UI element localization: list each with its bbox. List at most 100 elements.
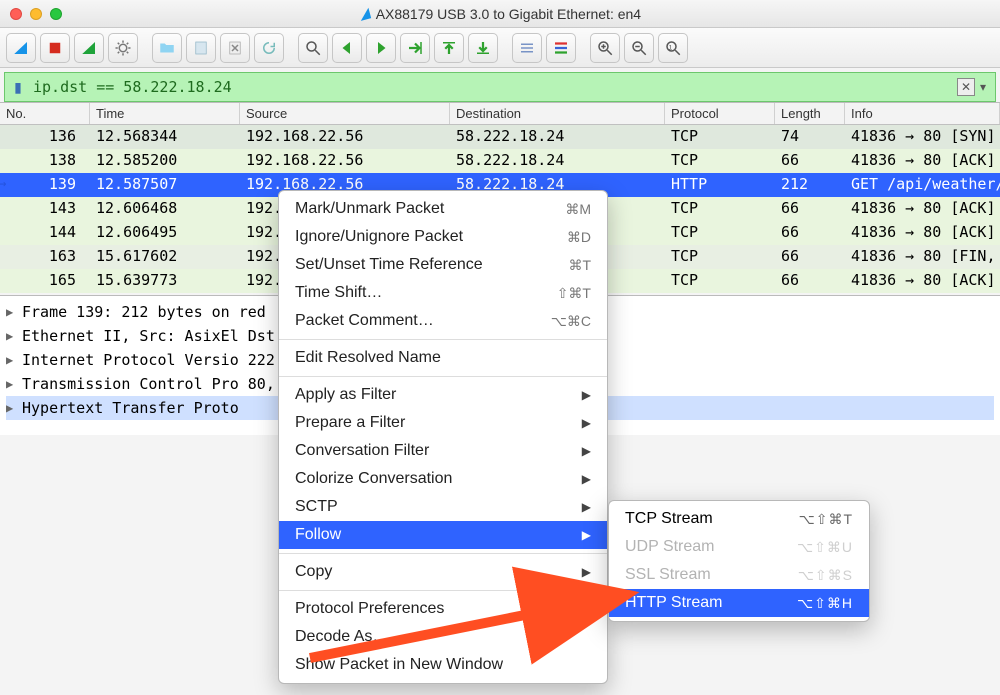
go-back-button[interactable] [332, 33, 362, 63]
capture-options-button[interactable] [108, 33, 138, 63]
cell-source: 192.168.22.56 [240, 125, 450, 149]
submenu-arrow-icon: ▶ [582, 388, 591, 402]
go-forward-button[interactable] [366, 33, 396, 63]
packet-row[interactable]: 13612.568344192.168.22.5658.222.18.24TCP… [0, 125, 1000, 149]
cell-time: 12.587507 [90, 173, 240, 197]
cell-protocol: TCP [665, 245, 775, 269]
expand-icon[interactable]: ▶ [6, 329, 22, 343]
cell-info: 41836 → 80 [ACK] S [845, 149, 1000, 173]
header-info[interactable]: Info [845, 103, 1000, 124]
menu-protocol-prefs[interactable]: Protocol Preferences [279, 595, 607, 623]
menu-copy[interactable]: Copy▶ [279, 558, 607, 586]
open-file-button[interactable] [152, 33, 182, 63]
zoom-out-icon [630, 39, 648, 57]
bookmark-icon[interactable]: ▮ [9, 79, 27, 96]
expand-icon[interactable]: ▶ [6, 353, 22, 367]
menu-ignore[interactable]: Ignore/Unignore Packet⌘D [279, 223, 607, 251]
start-capture-button[interactable] [6, 33, 36, 63]
submenu-arrow-icon: ▶ [582, 528, 591, 542]
menu-decode-as[interactable]: Decode As… [279, 623, 607, 651]
display-filter-input[interactable] [27, 78, 957, 96]
go-last-button[interactable] [468, 33, 498, 63]
close-file-button[interactable] [220, 33, 250, 63]
cell-no: 138 [0, 149, 90, 173]
menu-timeref[interactable]: Set/Unset Time Reference⌘T [279, 251, 607, 279]
menu-apply-filter[interactable]: Apply as Filter▶ [279, 381, 607, 409]
stop-icon [46, 39, 64, 57]
header-length[interactable]: Length [775, 103, 845, 124]
cell-no: 144 [0, 221, 90, 245]
cell-length: 66 [775, 149, 845, 173]
header-time[interactable]: Time [90, 103, 240, 124]
menu-timeshift[interactable]: Time Shift…⇧⌘T [279, 279, 607, 307]
submenu-arrow-icon: ▶ [582, 444, 591, 458]
menu-conversation-filter[interactable]: Conversation Filter▶ [279, 437, 607, 465]
expand-icon[interactable]: ▶ [6, 305, 22, 319]
menu-colorize[interactable]: Colorize Conversation▶ [279, 465, 607, 493]
submenu-tcp-stream[interactable]: TCP Stream⌥⇧⌘T [609, 505, 869, 533]
packet-row[interactable]: 13812.585200192.168.22.5658.222.18.24TCP… [0, 149, 1000, 173]
fin-icon [12, 39, 30, 57]
cell-source: 192.168.22.56 [240, 149, 450, 173]
arrow-right-icon [372, 39, 390, 57]
menu-mark[interactable]: Mark/Unmark Packet⌘M [279, 195, 607, 223]
save-icon [192, 39, 210, 57]
clear-filter-button[interactable]: ✕ [957, 78, 975, 96]
auto-scroll-button[interactable] [512, 33, 542, 63]
menu-follow[interactable]: Follow▶ [279, 521, 607, 549]
cell-protocol: TCP [665, 197, 775, 221]
packet-context-menu: Mark/Unmark Packet⌘M Ignore/Unignore Pac… [278, 190, 608, 684]
expand-icon[interactable]: ▶ [6, 377, 22, 391]
cell-length: 66 [775, 221, 845, 245]
cell-protocol: TCP [665, 125, 775, 149]
zoom-reset-button[interactable]: 1 [658, 33, 688, 63]
menu-prepare-filter[interactable]: Prepare a Filter▶ [279, 409, 607, 437]
colorize-button[interactable] [546, 33, 576, 63]
cell-protocol: TCP [665, 221, 775, 245]
arrow-up-bar-icon [440, 39, 458, 57]
arrow-goto-icon [406, 39, 424, 57]
header-destination[interactable]: Destination [450, 103, 665, 124]
menu-sctp[interactable]: SCTP▶ [279, 493, 607, 521]
go-to-packet-button[interactable] [400, 33, 430, 63]
save-file-button[interactable] [186, 33, 216, 63]
arrow-left-icon [338, 39, 356, 57]
cell-length: 66 [775, 269, 845, 293]
header-source[interactable]: Source [240, 103, 450, 124]
submenu-arrow-icon: ▶ [582, 472, 591, 486]
menu-resolved[interactable]: Edit Resolved Name [279, 344, 607, 372]
svg-text:1: 1 [669, 44, 673, 51]
cell-no: 136 [0, 125, 90, 149]
header-protocol[interactable]: Protocol [665, 103, 775, 124]
stop-capture-button[interactable] [40, 33, 70, 63]
reload-file-button[interactable] [254, 33, 284, 63]
cell-info: GET /api/weather/c [845, 173, 1000, 197]
follow-submenu: TCP Stream⌥⇧⌘T UDP Stream⌥⇧⌘U SSL Stream… [608, 500, 870, 622]
header-no[interactable]: No. [0, 103, 90, 124]
cell-time: 12.585200 [90, 149, 240, 173]
cell-protocol: TCP [665, 149, 775, 173]
menu-comment[interactable]: Packet Comment…⌥⌘C [279, 307, 607, 335]
cell-info: 41836 → 80 [SYN] S [845, 125, 1000, 149]
packet-list-header: No. Time Source Destination Protocol Len… [0, 103, 1000, 125]
cell-protocol: TCP [665, 269, 775, 293]
display-filter-bar: ▮ ✕ ▾ [4, 72, 996, 102]
restart-capture-button[interactable] [74, 33, 104, 63]
submenu-http-stream[interactable]: HTTP Stream⌥⇧⌘H [609, 589, 869, 617]
expand-icon[interactable]: ▶ [6, 401, 22, 415]
cell-time: 12.606495 [90, 221, 240, 245]
cell-no: 163 [0, 245, 90, 269]
find-packet-button[interactable] [298, 33, 328, 63]
submenu-arrow-icon: ▶ [582, 565, 591, 579]
go-first-button[interactable] [434, 33, 464, 63]
zoom-in-button[interactable] [590, 33, 620, 63]
cell-length: 212 [775, 173, 845, 197]
zoom-out-button[interactable] [624, 33, 654, 63]
filter-dropdown-button[interactable]: ▾ [975, 80, 991, 94]
menu-show-packet[interactable]: Show Packet in New Window [279, 651, 607, 679]
zoom-reset-icon: 1 [664, 39, 682, 57]
wireshark-fin-icon: ◢ [357, 4, 372, 23]
window-title: ◢ AX88179 USB 3.0 to Gigabit Ethernet: e… [0, 5, 1000, 22]
arrow-down-bar-icon [474, 39, 492, 57]
cell-info: 41836 → 80 [FIN, A [845, 245, 1000, 269]
